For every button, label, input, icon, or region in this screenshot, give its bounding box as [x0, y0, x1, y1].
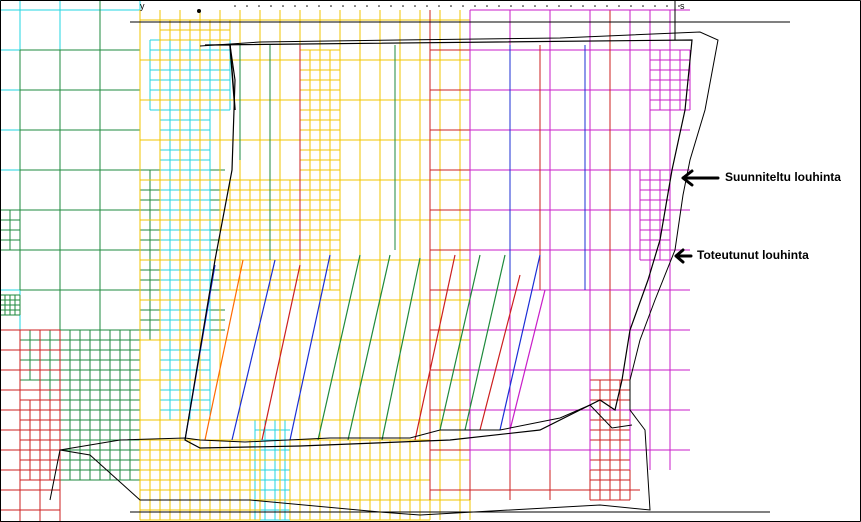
survey-dot [306, 5, 308, 7]
survey-dot [426, 5, 428, 7]
planned-arrow [681, 169, 720, 187]
survey-point [197, 9, 201, 13]
survey-dot [414, 5, 416, 7]
drill-hole [381, 257, 421, 441]
actual-excavation-label: Toteutunut louhinta [697, 248, 809, 262]
survey-dot [366, 5, 368, 7]
survey-dot [270, 5, 272, 7]
survey-dot [594, 5, 596, 7]
survey-dot [510, 5, 512, 7]
survey-dot [294, 5, 296, 7]
survey-dot [234, 5, 236, 7]
survey-dot [354, 5, 356, 7]
survey-dot [330, 5, 332, 7]
planned-excavation-outline [184, 39, 693, 449]
survey-dot [642, 5, 644, 7]
survey-dot [438, 5, 440, 7]
survey-dot [486, 5, 488, 7]
survey-dot [450, 5, 452, 7]
survey-dot [474, 5, 476, 7]
actual-arrow [674, 248, 693, 264]
survey-dot [258, 5, 260, 7]
survey-dot [246, 5, 248, 7]
survey-dot [558, 5, 560, 7]
drill-hole [414, 254, 456, 441]
survey-dot [630, 5, 632, 7]
survey-dot [618, 5, 620, 7]
survey-dot [666, 5, 668, 7]
drill-hole [499, 254, 541, 431]
survey-dot [522, 5, 524, 7]
survey-dot [342, 5, 344, 7]
drill-holes-layer [184, 45, 611, 441]
survey-dot [582, 5, 584, 7]
planned-excavation-label: Suunniteltu louhinta [725, 170, 841, 184]
survey-dot [402, 5, 404, 7]
survey-dot [282, 5, 284, 7]
top-mark-s: s [680, 1, 685, 11]
blast-design-view: y s Suunniteltu louhinta Toteutunut louh… [0, 0, 861, 522]
drill-hole [464, 254, 506, 431]
top-marks-layer: y s [140, 1, 685, 13]
drill-hole [479, 274, 521, 431]
top-mark-y: y [140, 1, 145, 11]
survey-dot [498, 5, 500, 7]
survey-dot [546, 5, 548, 7]
survey-dot [462, 5, 464, 7]
survey-dot [606, 5, 608, 7]
survey-dot [390, 5, 392, 7]
survey-dot [654, 5, 656, 7]
survey-dot [570, 5, 572, 7]
drill-hole [231, 259, 276, 441]
survey-dot [378, 5, 380, 7]
survey-dot [534, 5, 536, 7]
survey-dot [318, 5, 320, 7]
